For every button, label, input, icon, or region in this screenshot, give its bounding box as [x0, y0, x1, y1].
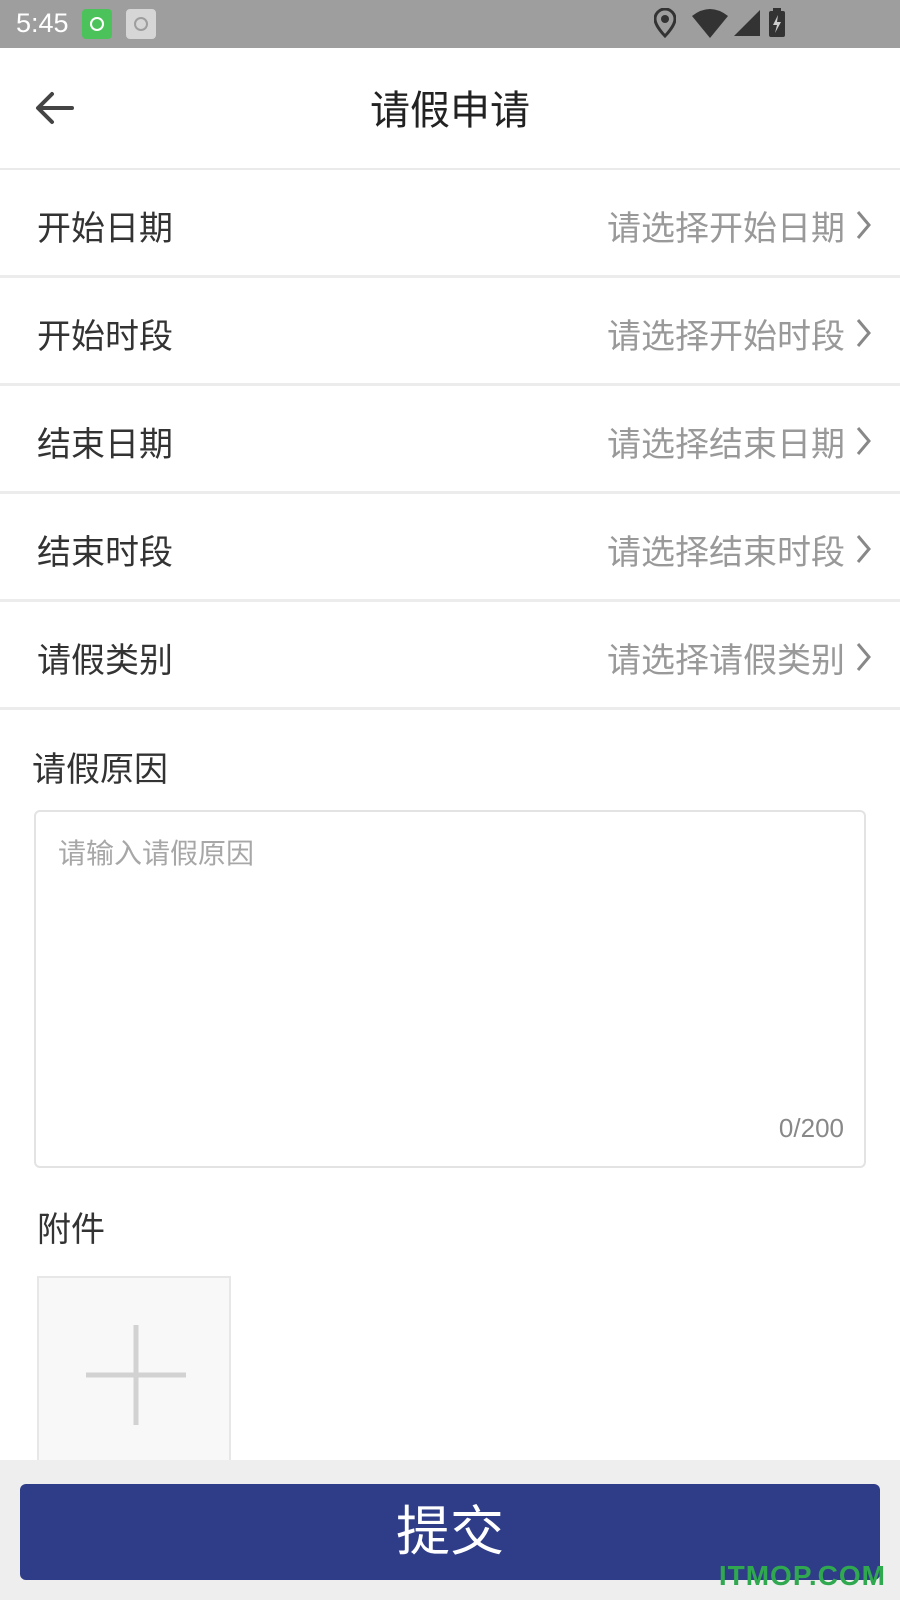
row-placeholder: 请选择结束日期 [607, 425, 845, 465]
row-label: 开始时段 [37, 317, 173, 357]
chevron-right-icon [856, 535, 871, 563]
notification-app-icon-2 [126, 9, 156, 39]
reason-box: 0/200 [34, 810, 866, 1168]
row-placeholder: 请选择开始时段 [607, 317, 845, 357]
row-placeholder: 请选择结束时段 [607, 533, 845, 573]
row-label: 请假类别 [37, 641, 173, 681]
battery-icon [769, 8, 785, 37]
chevron-right-icon [856, 211, 871, 239]
row-label: 结束日期 [37, 425, 173, 465]
row-placeholder: 请选择开始日期 [607, 209, 845, 249]
add-attachment-button[interactable] [37, 1276, 231, 1470]
row-label: 结束时段 [37, 533, 173, 573]
page-title: 请假申请 [370, 88, 530, 134]
wifi-icon [692, 9, 728, 38]
plus-icon [86, 1325, 186, 1425]
leave-type-row[interactable]: 请假类别 请选择请假类别 [0, 602, 900, 710]
location-icon [654, 8, 676, 38]
reason-input[interactable] [56, 830, 840, 1104]
notification-app-icon [82, 9, 112, 39]
app-bar: 请假申请 [0, 48, 900, 170]
status-bar: 5:45 [0, 0, 900, 48]
row-label: 开始日期 [37, 209, 173, 249]
end-date-row[interactable]: 结束日期 请选择结束日期 [0, 386, 900, 494]
status-time: 5:45 [16, 8, 69, 38]
chevron-right-icon [856, 319, 871, 347]
char-counter: 0/200 [778, 1113, 844, 1143]
leave-form: 开始日期 请选择开始日期 开始时段 请选择开始时段 结束日期 请选择结束日期 结… [0, 170, 900, 710]
start-date-row[interactable]: 开始日期 请选择开始日期 [0, 170, 900, 278]
signal-icon [734, 10, 760, 36]
watermark: ITMOP.COM [718, 1560, 886, 1591]
start-period-row[interactable]: 开始时段 请选择开始时段 [0, 278, 900, 386]
reason-label: 请假原因 [32, 750, 168, 790]
end-period-row[interactable]: 结束时段 请选择结束时段 [0, 494, 900, 602]
chevron-right-icon [856, 427, 871, 455]
row-placeholder: 请选择请假类别 [607, 641, 845, 681]
chevron-right-icon [856, 643, 871, 671]
attachment-label: 附件 [37, 1210, 105, 1250]
